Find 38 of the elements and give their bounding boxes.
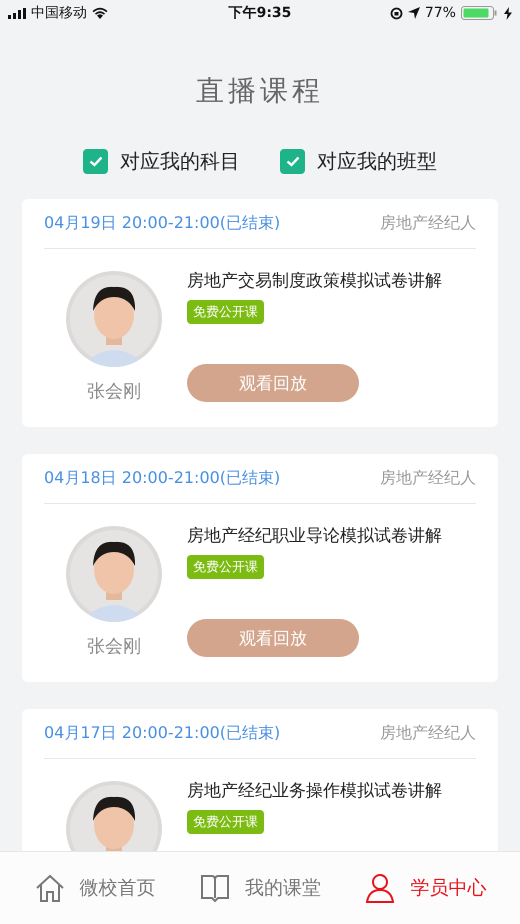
course-category: 房地产经纪人 [380,468,476,489]
course-time: 04月18日 20:00-21:00(已结束) [44,468,280,489]
carrier: 中国移动 [31,4,87,22]
course-tag: 免费公开课 [187,810,264,834]
check-icon [286,156,300,167]
tab-bar-item[interactable]: 我的课堂 [192,871,327,905]
charging-icon [504,6,512,20]
location-icon [408,7,420,19]
tab-bar-item[interactable]: 微校首页 [28,871,162,905]
course-title: 房地产经纪业务操作模拟试卷讲解 [187,780,442,802]
book-icon [198,872,231,904]
tab-bar-item[interactable]: 学员中心 [358,871,492,905]
checkbox[interactable] [280,149,305,174]
home-icon [34,872,66,904]
course-title: 房地产经纪职业导论模拟试卷讲解 [187,525,442,547]
teacher-name: 张会刚 [87,380,141,403]
clock: 下午9:35 [228,4,292,22]
filter-label: 对应我的班型 [317,148,437,175]
course-tag: 免费公开课 [187,300,264,324]
page-title: 直播课程 [196,73,324,109]
replay-button[interactable]: 观看回放 [187,619,359,657]
course-time: 04月19日 20:00-21:00(已结束) [44,213,280,234]
rotation-lock-icon [390,6,403,20]
check-icon [88,156,102,167]
replay-button[interactable]: 观看回放 [187,364,359,402]
course-title: 房地产交易制度政策模拟试卷讲解 [187,270,442,292]
filter-label: 对应我的科目 [120,148,240,175]
course-category: 房地产经纪人 [380,213,476,234]
battery-percent: 77% [424,5,456,21]
teacher-name: 张会刚 [87,635,141,658]
wifi-icon [92,7,108,19]
user-icon [364,872,396,904]
checkbox[interactable] [83,149,108,174]
battery-icon [460,6,499,20]
signal-icon [8,8,26,18]
course-category: 房地产经纪人 [380,723,476,744]
course-tag: 免费公开课 [187,555,264,579]
course-time: 04月17日 20:00-21:00(已结束) [44,723,280,744]
